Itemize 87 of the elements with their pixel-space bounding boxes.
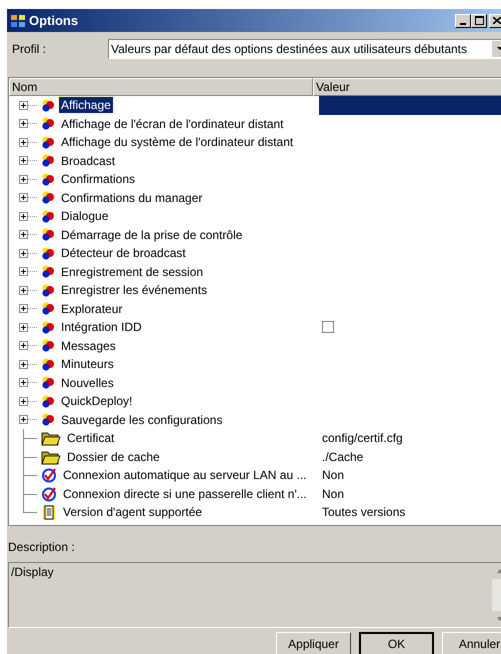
checkmark-circle-icon bbox=[41, 486, 57, 502]
column-header[interactable]: Nom bbox=[9, 78, 313, 96]
close-icon bbox=[493, 17, 501, 24]
app-icon bbox=[10, 12, 26, 28]
option-name[interactable]: Affichage bbox=[59, 97, 113, 114]
checkmark-circle-icon bbox=[41, 467, 57, 484]
dialog-button[interactable]: Annuler bbox=[442, 632, 501, 654]
profile-label: Profil : bbox=[12, 41, 48, 58]
expand-icon[interactable] bbox=[19, 248, 37, 258]
expand-icon[interactable] bbox=[19, 212, 37, 221]
expand-icon[interactable] bbox=[19, 230, 37, 240]
colored-balls-icon bbox=[41, 320, 55, 334]
profile-dropdown[interactable]: Valeurs par défaut des options destinées aux utilisateurs débutants bbox=[108, 39, 501, 59]
expand-icon[interactable] bbox=[19, 119, 37, 128]
minimize-icon bbox=[460, 22, 466, 24]
colored-balls-icon bbox=[41, 154, 55, 168]
option-name[interactable]: Minuteurs bbox=[59, 356, 116, 372]
option-name[interactable]: Confirmations du manager bbox=[59, 190, 204, 206]
expand-icon[interactable] bbox=[19, 138, 37, 147]
colored-balls-icon bbox=[41, 302, 55, 316]
expand-icon[interactable] bbox=[19, 174, 37, 184]
option-name[interactable]: Certificat bbox=[65, 430, 116, 446]
expand-icon[interactable] bbox=[19, 193, 37, 202]
option-name[interactable]: Explorateur bbox=[59, 300, 124, 317]
window-title: Options bbox=[29, 12, 80, 30]
option-value: ./Cache bbox=[322, 448, 364, 466]
expand-icon[interactable] bbox=[19, 304, 37, 314]
option-name[interactable]: Dossier de cache bbox=[65, 448, 162, 465]
expand-icon[interactable] bbox=[19, 100, 37, 110]
option-name[interactable]: Confirmations bbox=[59, 171, 138, 188]
expand-icon[interactable] bbox=[19, 415, 37, 424]
option-value: Non bbox=[322, 467, 344, 484]
expand-icon[interactable] bbox=[19, 378, 37, 388]
colored-balls-icon bbox=[41, 265, 55, 278]
folder-icon bbox=[41, 448, 61, 465]
colored-balls-icon bbox=[41, 228, 55, 242]
expand-icon[interactable] bbox=[19, 341, 37, 350]
colored-balls-icon bbox=[41, 191, 55, 204]
colored-balls-icon bbox=[41, 284, 55, 297]
option-name[interactable]: Version d'agent supportée bbox=[61, 504, 204, 520]
colored-balls-icon bbox=[41, 376, 55, 390]
dialog-button[interactable]: OK bbox=[359, 632, 434, 654]
colored-balls-icon bbox=[41, 358, 55, 371]
colored-balls-icon bbox=[41, 339, 55, 352]
option-name[interactable]: Enregistrer les événements bbox=[59, 282, 210, 298]
dialog-button[interactable]: Appliquer bbox=[276, 632, 351, 654]
colored-balls-icon bbox=[41, 210, 55, 223]
colored-balls-icon bbox=[41, 117, 55, 130]
colored-balls-icon bbox=[41, 172, 55, 186]
option-name[interactable]: Connexion directe si une passerelle client n'... bbox=[61, 486, 309, 502]
option-value: Non bbox=[322, 486, 344, 503]
option-name[interactable]: Démarrage de la prise de contrôle bbox=[59, 226, 244, 243]
colored-balls-icon bbox=[41, 98, 55, 112]
option-name[interactable]: Nouvelles bbox=[59, 374, 116, 391]
option-name[interactable]: Enregistrement de session bbox=[59, 264, 206, 280]
expand-icon[interactable] bbox=[19, 156, 37, 166]
option-name[interactable]: Détecteur de broadcast bbox=[59, 245, 188, 262]
minimize-button[interactable] bbox=[455, 14, 471, 28]
expand-icon[interactable] bbox=[19, 396, 37, 406]
option-name[interactable]: Intégration IDD bbox=[59, 319, 144, 336]
option-name[interactable]: QuickDeploy! bbox=[59, 393, 134, 410]
folder-icon bbox=[41, 430, 61, 446]
description-label: Description : bbox=[8, 539, 76, 556]
maximize-button[interactable] bbox=[471, 14, 487, 28]
option-name[interactable]: Dialogue bbox=[59, 208, 110, 224]
checkbox[interactable] bbox=[322, 321, 334, 334]
option-name[interactable]: Broadcast bbox=[59, 152, 118, 169]
close-button[interactable] bbox=[489, 14, 501, 28]
document-icon bbox=[41, 504, 57, 521]
expand-icon[interactable] bbox=[19, 286, 37, 295]
option-name[interactable]: Sauvegarde les configurations bbox=[59, 412, 224, 428]
colored-balls-icon bbox=[41, 394, 55, 408]
colored-balls-icon bbox=[41, 246, 55, 260]
description-text: /Display bbox=[10, 564, 55, 581]
expand-icon[interactable] bbox=[19, 267, 37, 276]
option-name[interactable]: Messages bbox=[59, 338, 118, 354]
column-header[interactable]: Valeur bbox=[313, 78, 501, 96]
option-name[interactable]: Affichage de l'écran de l'ordinateur distant bbox=[59, 116, 286, 132]
colored-balls-icon bbox=[41, 136, 55, 149]
option-name[interactable]: Connexion automatique au serveur LAN au ... bbox=[61, 467, 308, 484]
option-name[interactable]: Affichage du système de l'ordinateur distant bbox=[59, 134, 296, 150]
maximize-icon bbox=[474, 16, 484, 25]
colored-balls-icon bbox=[41, 413, 55, 426]
option-value: Toutes versions bbox=[322, 504, 406, 522]
expand-icon[interactable] bbox=[19, 360, 37, 369]
option-value: config/certif.cfg bbox=[322, 430, 403, 448]
expand-icon[interactable] bbox=[19, 322, 37, 332]
